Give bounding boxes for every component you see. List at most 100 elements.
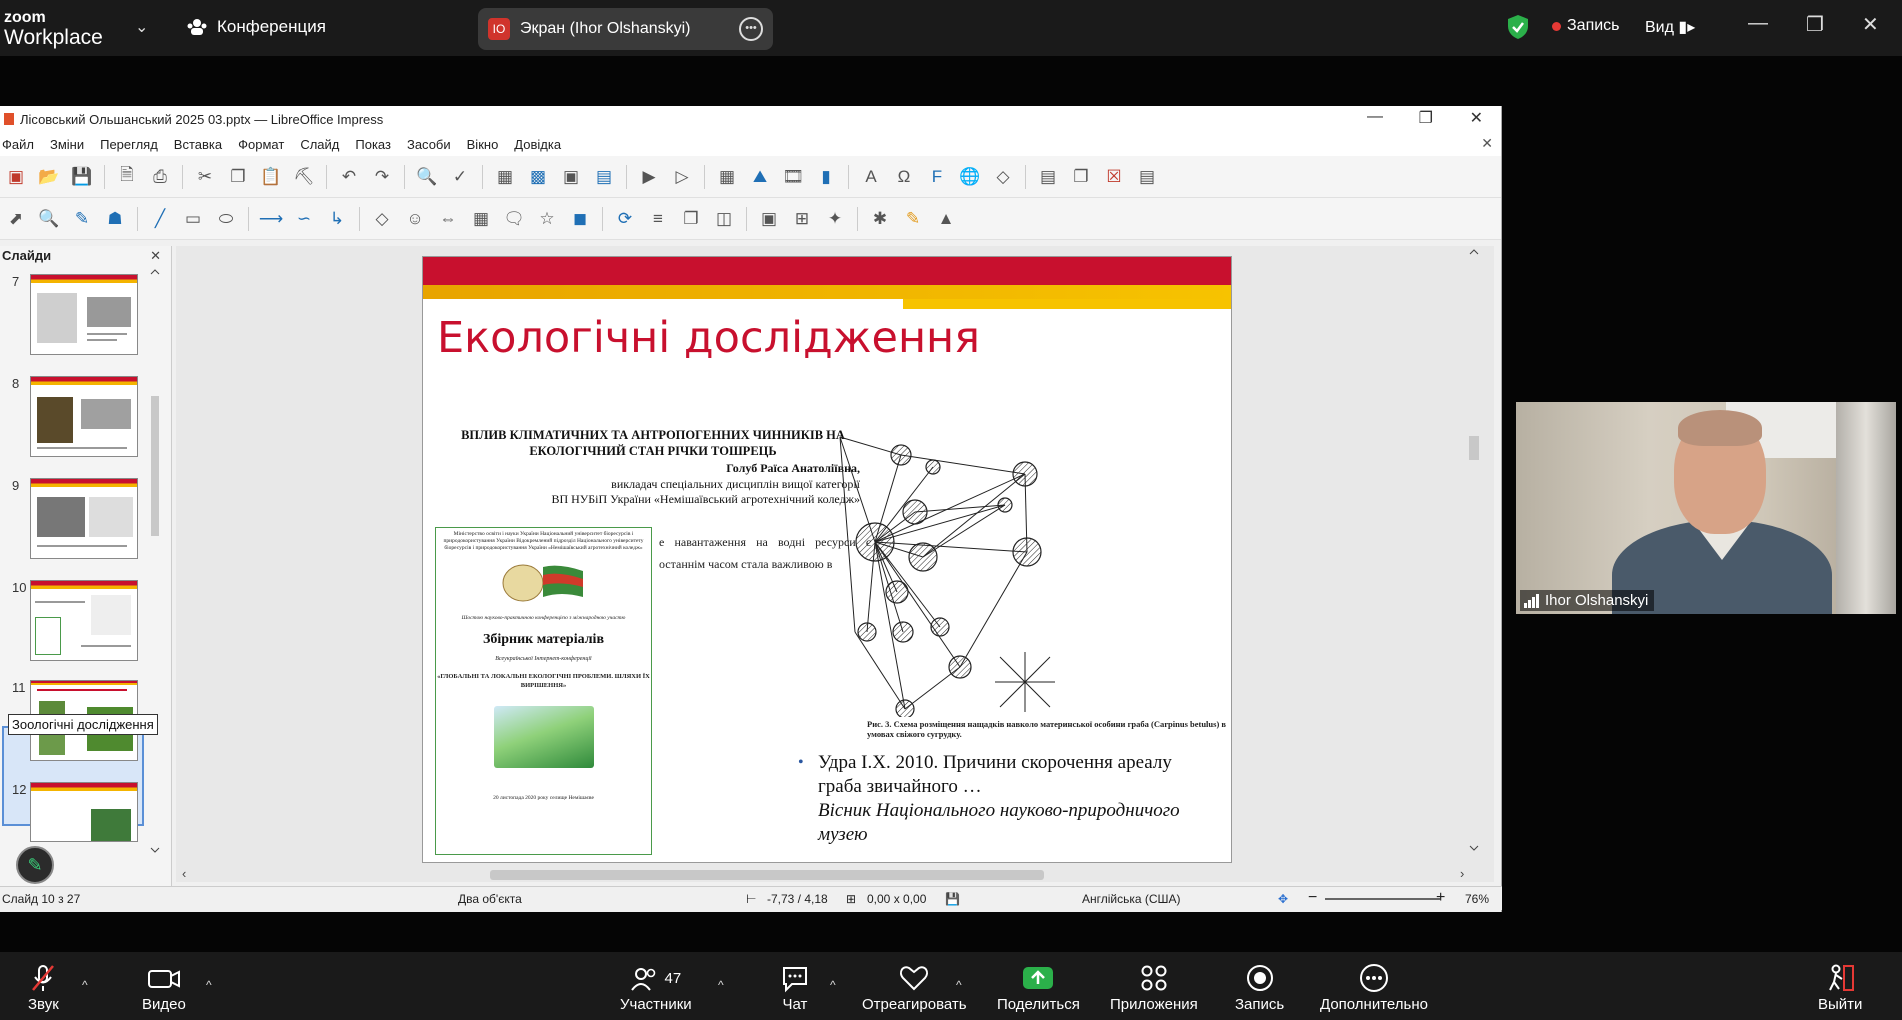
menu-tools[interactable]: Засоби (407, 137, 451, 152)
lo-close-icon[interactable]: ✕ (1470, 108, 1483, 128)
duplicate-slide-icon[interactable]: ❐ (1067, 164, 1095, 190)
react-caret-icon[interactable]: ^ (956, 978, 962, 992)
record-button[interactable]: Запись (1235, 962, 1284, 1013)
text-box-icon[interactable]: A (857, 164, 885, 190)
line-color-icon[interactable]: ✎ (68, 206, 96, 232)
recording-indicator[interactable]: Запись (1552, 17, 1620, 35)
proceedings-cover-image[interactable]: Міністерство освіти і науки України Наці… (435, 527, 652, 855)
delete-slide-icon[interactable]: ☒ (1100, 164, 1128, 190)
more-button[interactable]: Дополнительно (1320, 962, 1428, 1013)
zoom-in-icon[interactable]: + (1436, 889, 1445, 907)
video-options-caret-icon[interactable]: ^ (206, 978, 212, 992)
save-icon[interactable]: 💾 (68, 164, 96, 190)
crop-icon[interactable]: ⊞ (788, 206, 816, 232)
distribute-icon[interactable]: ◫ (710, 206, 738, 232)
cut-icon[interactable]: ✂ (191, 164, 219, 190)
apps-button[interactable]: Приложения (1110, 962, 1198, 1013)
new-slide-icon[interactable]: ▤ (1034, 164, 1062, 190)
share-button[interactable]: Поделиться (997, 962, 1080, 1013)
select-arrow-icon[interactable]: ⬈ (2, 206, 30, 232)
react-button[interactable]: Отреагировать (862, 962, 967, 1013)
flowchart-icon[interactable]: ▦ (467, 206, 495, 232)
spelling-icon[interactable]: ✓ (446, 164, 474, 190)
zoom-out-icon[interactable]: − (1308, 889, 1317, 907)
basic-shapes-icon[interactable]: ◇ (368, 206, 396, 232)
display-views-icon[interactable]: ▣ (557, 164, 585, 190)
audio-options-caret-icon[interactable]: ^ (82, 978, 88, 992)
menu-insert[interactable]: Вставка (174, 137, 222, 152)
status-language[interactable]: Англійська (США) (1082, 892, 1181, 906)
print-icon[interactable]: ⎙ (146, 164, 174, 190)
close-document-icon[interactable]: ✕ (1481, 135, 1493, 152)
zoom-pan-icon[interactable]: 🔍 (35, 206, 63, 232)
view-button[interactable]: Вид ▮▸ (1645, 17, 1695, 37)
special-character-icon[interactable]: Ω (890, 164, 918, 190)
menu-file[interactable]: Файл (2, 137, 34, 152)
new-icon[interactable]: ▣ (2, 164, 30, 190)
close-panel-icon[interactable]: ✕ (150, 246, 161, 266)
open-icon[interactable]: 📂 (35, 164, 63, 190)
lo-restore-icon[interactable]: ❐ (1419, 108, 1433, 128)
more-options-icon[interactable]: ••• (739, 17, 763, 41)
document-modified-icon[interactable]: 💾 (945, 892, 960, 906)
grid-icon[interactable]: ▦ (491, 164, 519, 190)
audio-button[interactable]: Звук (28, 962, 59, 1013)
rotate-icon[interactable]: ⟳ (611, 206, 639, 232)
editor-horizontal-scrollbar[interactable]: ‹ › (176, 866, 1494, 882)
connector-tool-icon[interactable]: ↳ (323, 206, 351, 232)
callouts-icon[interactable]: 🗨 (500, 206, 528, 232)
video-button[interactable]: Видео (142, 962, 186, 1013)
editor-vertical-scrollbar[interactable] (1466, 246, 1482, 858)
participants-caret-icon[interactable]: ^ (718, 978, 724, 992)
ellipse-tool-icon[interactable]: ⬭ (212, 206, 240, 232)
fill-color-icon[interactable]: ☗ (101, 206, 129, 232)
show-draw-functions-icon[interactable]: ◇ (989, 164, 1017, 190)
find-replace-icon[interactable]: 🔍 (413, 164, 441, 190)
clone-formatting-icon[interactable]: ⛏ (290, 164, 318, 190)
menu-window[interactable]: Вікно (467, 137, 499, 152)
start-current-slide-icon[interactable]: ▷ (668, 164, 696, 190)
chat-caret-icon[interactable]: ^ (830, 978, 836, 992)
slide-title[interactable]: Екологічні дослідження (437, 313, 980, 363)
table-icon[interactable]: ▦ (713, 164, 741, 190)
copy-icon[interactable]: ❐ (224, 164, 252, 190)
curve-tool-icon[interactable]: ∽ (290, 206, 318, 232)
tree-offspring-diagram[interactable] (825, 417, 1125, 717)
menu-format[interactable]: Формат (238, 137, 284, 152)
arrange-icon[interactable]: ❐ (677, 206, 705, 232)
leave-button[interactable]: Выйти (1818, 962, 1862, 1013)
menu-help[interactable]: Довідка (514, 137, 561, 152)
restore-icon[interactable]: ❐ (1806, 12, 1824, 37)
menu-view[interactable]: Перегляд (100, 137, 158, 152)
menu-edit[interactable]: Зміни (50, 137, 84, 152)
points-icon[interactable]: ✱ (866, 206, 894, 232)
stars-icon[interactable]: ☆ (533, 206, 561, 232)
align-icon[interactable]: ≡ (644, 206, 672, 232)
reference-item[interactable]: • Удра І.Х. 2010. Причини скорочення аре… (798, 751, 1218, 847)
participant-video[interactable]: Ihor Olshanskyi (1516, 402, 1896, 614)
toggle-extrusion-icon[interactable]: ▲ (932, 206, 960, 232)
filter-icon[interactable]: ✦ (821, 206, 849, 232)
screen-share-pill[interactable]: IO Экран (Ihor Olshanskyi) ••• (478, 8, 773, 50)
annotate-pen-icon[interactable]: ✎ (16, 846, 54, 884)
status-zoom[interactable]: 76% (1465, 892, 1489, 906)
panel-scrollbar[interactable] (148, 266, 162, 856)
line-tool-icon[interactable]: ╱ (146, 206, 174, 232)
block-arrows-icon[interactable]: ⇔ (434, 206, 462, 232)
rectangle-tool-icon[interactable]: ▭ (179, 206, 207, 232)
glue-points-icon[interactable]: ✎ (899, 206, 927, 232)
redo-icon[interactable]: ↷ (368, 164, 396, 190)
export-pdf-icon[interactable]: 🗎 (113, 164, 141, 190)
hyperlink-icon[interactable]: 🌐 (956, 164, 984, 190)
media-icon[interactable]: 🎞 (779, 164, 807, 190)
scroll-right-icon[interactable]: › (1460, 866, 1464, 881)
paste-icon[interactable]: 📋 (257, 164, 285, 190)
start-first-slide-icon[interactable]: ▶ (635, 164, 663, 190)
menu-show[interactable]: Показ (355, 137, 391, 152)
shield-check-icon[interactable] (1507, 14, 1529, 40)
symbol-shapes-icon[interactable]: ☺ (401, 206, 429, 232)
arrow-line-icon[interactable]: ⟶ (257, 206, 285, 232)
master-slide-icon[interactable]: ▤ (590, 164, 618, 190)
meeting-info-button[interactable]: Конференция (187, 17, 326, 37)
close-icon[interactable]: ✕ (1862, 12, 1879, 37)
